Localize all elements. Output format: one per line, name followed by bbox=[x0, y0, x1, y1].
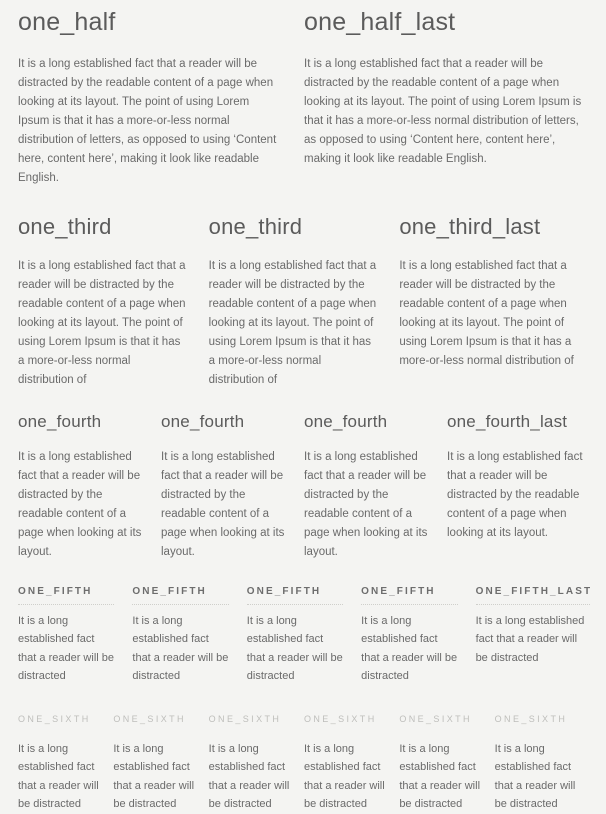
column-body-text: It is a long established fact that a rea… bbox=[447, 450, 583, 539]
row-one-sixth: ONE_SIXTH It is a long established fact … bbox=[18, 714, 590, 814]
column-body-text: It is a long established fact that a rea… bbox=[304, 57, 582, 165]
row-one-third: one_third It is a long established fact … bbox=[18, 214, 590, 390]
column-one-sixth: ONE_SIXTH It is a long established fact … bbox=[18, 714, 113, 814]
column-body-text: It is a long established fact that a rea… bbox=[494, 742, 576, 811]
column-heading: one_half bbox=[18, 8, 116, 36]
column-one-fifth: ONE_FIFTH It is a long established fact … bbox=[132, 586, 246, 686]
column-layout-demo-page: one_half It is a long established fact t… bbox=[0, 0, 606, 810]
column-one-sixth: ONE_SIXTH It is a long established fact … bbox=[399, 714, 494, 814]
column-heading: one_fourth_last bbox=[447, 412, 568, 432]
column-one-fourth: one_fourth It is a long established fact… bbox=[18, 412, 161, 562]
column-heading: ONE_FIFTH_LAST bbox=[475, 586, 590, 605]
column-heading: one_fourth bbox=[161, 412, 245, 432]
column-body-text: It is a long established fact that a rea… bbox=[18, 742, 99, 811]
column-heading: one_fourth bbox=[18, 412, 102, 432]
column-heading: one_half_last bbox=[304, 8, 456, 36]
column-heading: ONE_FIFTH bbox=[246, 586, 344, 605]
column-heading: one_third bbox=[18, 213, 112, 239]
column-one-half-last: one_half_last It is a long established f… bbox=[304, 8, 590, 188]
column-one-sixth: ONE_SIXTH It is a long established fact … bbox=[209, 714, 304, 814]
column-one-fifth-last: ONE_FIFTH_LAST It is a long established … bbox=[475, 586, 590, 686]
column-heading: ONE_SIXTH bbox=[208, 713, 282, 724]
column-one-fifth: ONE_FIFTH It is a long established fact … bbox=[246, 586, 361, 686]
column-one-third: one_third It is a long established fact … bbox=[18, 214, 209, 390]
column-one-fourth: one_fourth It is a long established fact… bbox=[161, 412, 304, 562]
column-heading: ONE_SIXTH bbox=[399, 713, 472, 724]
column-one-fourth: one_fourth It is a long established fact… bbox=[304, 412, 447, 562]
column-one-half: one_half It is a long established fact t… bbox=[18, 8, 304, 188]
column-body-text: It is a long established fact that a rea… bbox=[132, 614, 229, 683]
column-heading: ONE_FIFTH bbox=[132, 586, 229, 605]
column-body-text: It is a long established fact that a rea… bbox=[399, 260, 574, 368]
column-body-text: It is a long established fact that a rea… bbox=[361, 614, 458, 683]
column-heading: one_third bbox=[208, 213, 303, 239]
column-heading: ONE_SIXTH bbox=[18, 713, 91, 724]
column-body-text: It is a long established fact that a rea… bbox=[303, 742, 385, 811]
column-heading: one_third_last bbox=[399, 213, 541, 239]
column-one-fourth-last: one_fourth_last It is a long established… bbox=[447, 412, 590, 562]
column-one-third-last: one_third_last It is a long established … bbox=[399, 214, 590, 390]
column-body-text: It is a long established fact that a rea… bbox=[18, 614, 114, 683]
row-one-fifth: ONE_FIFTH It is a long established fact … bbox=[18, 586, 590, 686]
column-one-sixth: ONE_SIXTH It is a long established fact … bbox=[304, 714, 399, 814]
column-body-text: It is a long established fact that a rea… bbox=[208, 260, 377, 387]
column-heading: one_fourth bbox=[304, 412, 388, 432]
column-body-text: It is a long established fact that a rea… bbox=[304, 450, 428, 558]
column-body-text: It is a long established fact that a rea… bbox=[475, 614, 585, 664]
column-body-text: It is a long established fact that a rea… bbox=[18, 57, 277, 184]
column-one-sixth-last: ONE_SIXTH It is a long established fact … bbox=[495, 714, 590, 814]
column-body-text: It is a long established fact that a rea… bbox=[246, 614, 343, 683]
column-body-text: It is a long established fact that a rea… bbox=[399, 742, 481, 811]
column-one-sixth: ONE_SIXTH It is a long established fact … bbox=[113, 714, 208, 814]
column-heading: ONE_FIFTH bbox=[361, 586, 458, 605]
column-one-fifth: ONE_FIFTH It is a long established fact … bbox=[361, 586, 475, 686]
column-one-fifth: ONE_FIFTH It is a long established fact … bbox=[18, 586, 132, 686]
column-heading: ONE_SIXTH bbox=[303, 713, 377, 724]
column-body-text: It is a long established fact that a rea… bbox=[18, 450, 142, 558]
column-heading: ONE_FIFTH bbox=[18, 586, 115, 605]
column-body-text: It is a long established fact that a rea… bbox=[208, 742, 290, 811]
column-heading: ONE_SIXTH bbox=[494, 713, 568, 724]
column-heading: ONE_SIXTH bbox=[113, 713, 186, 724]
column-body-text: It is a long established fact that a rea… bbox=[113, 742, 195, 811]
column-one-third: one_third It is a long established fact … bbox=[209, 214, 400, 390]
row-one-half: one_half It is a long established fact t… bbox=[18, 8, 590, 188]
column-body-text: It is a long established fact that a rea… bbox=[18, 260, 186, 387]
column-body-text: It is a long established fact that a rea… bbox=[161, 450, 285, 558]
row-one-fourth: one_fourth It is a long established fact… bbox=[18, 412, 590, 562]
